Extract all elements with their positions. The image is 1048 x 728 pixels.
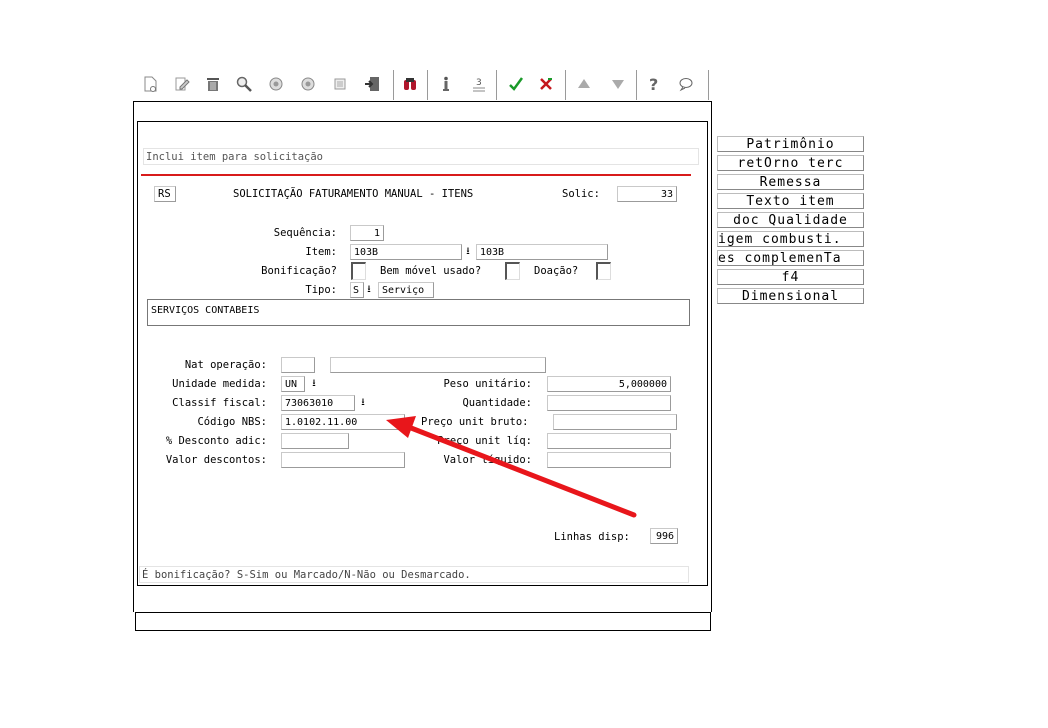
confirm-icon[interactable]: [504, 72, 528, 96]
side-button-remessa[interactable]: Remessa: [717, 174, 864, 190]
down-icon[interactable]: [606, 72, 630, 96]
classif-field[interactable]: 73063010: [281, 395, 355, 411]
annotation-arrow: [386, 416, 637, 518]
sequencia-label: Sequência:: [273, 227, 337, 239]
side-button-f4[interactable]: f4: [717, 269, 864, 285]
comment-icon[interactable]: [674, 72, 698, 96]
quantidade-label: Quantidade:: [462, 397, 532, 409]
hint-text: Inclui item para solicitação: [143, 148, 699, 165]
tipo-dropdown-icon[interactable]: ⭳: [364, 283, 374, 297]
sequencia-field[interactable]: 1: [350, 225, 384, 241]
peso-label: Peso unitário:: [443, 378, 532, 390]
side-button-patrimonio[interactable]: Patrimônio: [717, 136, 864, 152]
search-icon[interactable]: [232, 72, 256, 96]
list-icon[interactable]: 3: [467, 72, 491, 96]
item-code-field[interactable]: 103B: [350, 244, 462, 260]
classif-dropdown-icon[interactable]: ⭳: [358, 396, 368, 410]
valor-desc-label: Valor descontos:: [165, 454, 267, 466]
linhas-label: Linhas disp:: [554, 531, 630, 543]
unidade-dropdown-icon[interactable]: ⭳: [309, 377, 319, 391]
page-title: SOLICITAÇÃO FATURAMENTO MANUAL - ITENS: [233, 188, 474, 200]
descricao-textarea[interactable]: SERVIÇOS CONTABEIS: [147, 299, 690, 326]
separator-line: [141, 174, 691, 176]
svg-text:3: 3: [476, 78, 482, 88]
rs-field: RS: [154, 186, 176, 202]
cancel-icon[interactable]: [534, 72, 558, 96]
toolbar: 3 ?: [134, 68, 710, 100]
nat-operacao-label: Nat operação:: [184, 359, 267, 371]
nbs-label: Código NBS:: [197, 416, 267, 428]
peso-field[interactable]: 5,000000: [547, 376, 671, 392]
unidade-label: Unidade medida:: [172, 378, 267, 390]
prev-record-icon[interactable]: [264, 72, 288, 96]
edit-icon[interactable]: [170, 72, 194, 96]
item-dropdown-icon[interactable]: ⭳: [463, 245, 473, 259]
help-icon[interactable]: ?: [642, 72, 666, 96]
bem-movel-label: Bem móvel usado?: [380, 265, 482, 277]
doacao-checkbox[interactable]: [596, 262, 611, 280]
bem-movel-checkbox[interactable]: [505, 262, 520, 280]
trash-icon[interactable]: [201, 72, 225, 96]
binoculars-icon[interactable]: [398, 72, 422, 96]
svg-text:?: ?: [649, 75, 658, 93]
side-button-doc-qualidade[interactable]: doc Qualidade: [717, 212, 864, 228]
solic-field[interactable]: 33: [617, 186, 677, 202]
export-icon[interactable]: [360, 72, 384, 96]
item-desc-field: 103B: [476, 244, 608, 260]
desconto-label: % Desconto adic:: [165, 435, 267, 447]
unidade-field[interactable]: UN: [281, 376, 305, 392]
tipo-field[interactable]: S: [350, 282, 364, 298]
up-icon[interactable]: [572, 72, 596, 96]
side-button-retorno-terc[interactable]: retOrno terc: [717, 155, 864, 171]
tipo-desc-field: Serviço: [378, 282, 434, 298]
quantidade-field[interactable]: [547, 395, 671, 411]
side-button-origem-combustivel[interactable]: igem combusti.: [717, 231, 864, 247]
next-record-icon[interactable]: [296, 72, 320, 96]
side-button-dados-complementares[interactable]: es complemenTa: [717, 250, 864, 266]
nat-operacao-desc-field: [330, 357, 546, 373]
side-button-texto-item[interactable]: Texto item: [717, 193, 864, 209]
status-message: É bonificação? S-Sim ou Marcado/N-Não ou…: [139, 566, 689, 583]
bonificacao-checkbox[interactable]: [351, 262, 366, 280]
info-icon[interactable]: [434, 72, 458, 96]
side-button-dimensional[interactable]: Dimensional: [717, 288, 864, 304]
new-icon[interactable]: [138, 72, 162, 96]
desconto-field[interactable]: [281, 433, 349, 449]
tipo-label: Tipo:: [305, 284, 337, 296]
item-label: Item:: [305, 246, 337, 258]
classif-label: Classif fiscal:: [172, 397, 267, 409]
bottom-bar: [135, 612, 711, 631]
document-icon[interactable]: [328, 72, 352, 96]
doacao-label: Doação?: [534, 265, 579, 277]
solic-label: Solic:: [562, 188, 600, 200]
nat-operacao-field[interactable]: [281, 357, 315, 373]
bonificacao-label: Bonificação?: [261, 265, 337, 277]
linhas-field: 996: [650, 528, 678, 544]
